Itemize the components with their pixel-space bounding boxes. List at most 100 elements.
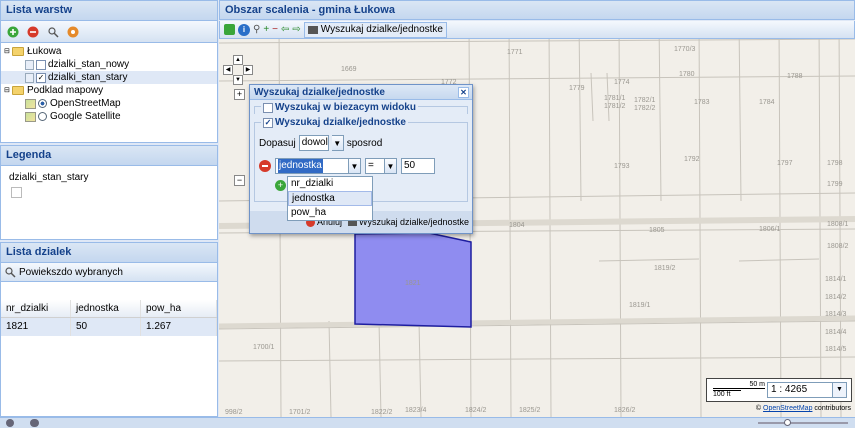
parcel-label: 1793 xyxy=(614,163,630,170)
column-header[interactable]: jednostka xyxy=(71,300,141,317)
parcel-label: 1824/2 xyxy=(465,407,487,414)
legend-panel: Legenda dzialki_stan_stary xyxy=(0,145,218,240)
tree-label: OpenStreetMap xyxy=(50,98,121,109)
search-window-title: Wyszukaj dzialke/jednostke xyxy=(254,86,385,98)
field-dropdown-list: nr_dzialki jednostka pow_ha xyxy=(287,176,373,221)
parcels-panel-title: Lista dzialek xyxy=(1,243,217,263)
status-bar xyxy=(0,417,855,428)
chevron-down-icon[interactable]: ▼ xyxy=(331,135,344,151)
tree-folder-podklad[interactable]: ⊟ Podklad mapowy xyxy=(1,84,217,97)
map-panel-title: Obszar scalenia - gmina Łukowa xyxy=(219,0,855,20)
parcel-label: 998/2 xyxy=(225,409,243,416)
close-icon[interactable]: ✕ xyxy=(458,86,469,98)
chevron-down-icon[interactable]: ▼ xyxy=(349,158,361,174)
parcel-label: 1774 xyxy=(614,79,630,86)
tree-layer-dzialki-stan-stary[interactable]: ✓ dzialki_stan_stary xyxy=(1,71,217,84)
zoom-selected-button[interactable]: Powiekszdo wybranych xyxy=(4,266,123,278)
pan-up-icon[interactable]: ▲ xyxy=(233,55,243,65)
parcel-label: 1819/2 xyxy=(654,265,676,272)
parcel-label: 1826/2 xyxy=(614,407,636,414)
search-checkbox[interactable]: ✓ xyxy=(263,117,273,128)
zoom-in-icon[interactable]: ⚲ xyxy=(253,24,260,35)
parcel-label: 1814/1 xyxy=(825,276,847,283)
tree-base-google-satellite[interactable]: Google Satellite xyxy=(1,110,217,123)
parcel-label: 1814/3 xyxy=(825,311,847,318)
zoom-in-plus-icon[interactable]: + xyxy=(263,24,269,35)
scale-bar: 50 m 100 ft xyxy=(713,381,765,399)
parcel-label: 1819/1 xyxy=(629,302,651,309)
pan-left-icon[interactable]: ◀ xyxy=(223,65,233,75)
pan-right-icon[interactable]: ▶ xyxy=(243,65,253,75)
info-icon[interactable]: i xyxy=(238,23,250,36)
attribution-link[interactable]: OpenStreetMap xyxy=(763,405,812,412)
radio-selected-icon[interactable] xyxy=(38,99,47,108)
attribution-text: contributors xyxy=(814,405,851,412)
parcel-label: 1782/1 xyxy=(634,97,656,104)
scale-bar-m: 50 m xyxy=(713,381,765,389)
tree-base-openstreetmap[interactable]: OpenStreetMap xyxy=(1,97,217,110)
column-header[interactable]: nr_dzialki xyxy=(1,300,71,317)
scale-select[interactable]: 1 : 4265 ▼ xyxy=(767,382,847,398)
remove-condition-icon[interactable] xyxy=(259,160,271,172)
parcel-label: 1771 xyxy=(507,49,523,56)
tree-label: Google Satellite xyxy=(50,111,121,122)
pan-down-icon[interactable]: ▼ xyxy=(233,75,243,85)
remove-layer-icon[interactable] xyxy=(24,23,42,41)
zoom-plus-icon[interactable]: + xyxy=(234,89,245,100)
dropdown-option-nr-dzialki[interactable]: nr_dzialki xyxy=(288,177,372,191)
field-select[interactable]: jednostka xyxy=(275,158,349,174)
legend-layer-name: dzialki_stan_stary xyxy=(9,172,89,183)
add-condition-icon[interactable]: + xyxy=(275,180,286,191)
parcel-label: 1822/2 xyxy=(371,409,393,416)
layer-checkbox[interactable] xyxy=(36,59,46,70)
operator-select[interactable]: = xyxy=(365,158,385,174)
zoom-slider[interactable] xyxy=(758,422,848,424)
parcel-label: 1798 xyxy=(827,160,843,167)
add-layer-icon[interactable] xyxy=(4,23,22,41)
layer-properties-icon[interactable] xyxy=(64,23,82,41)
layer-checkbox[interactable]: ✓ xyxy=(36,72,46,83)
tree-layer-dzialki-stan-nowy[interactable]: dzialki_stan_nowy xyxy=(1,58,217,71)
zoom-out-icon[interactable]: − xyxy=(272,24,278,35)
parcel-label: 1814/4 xyxy=(825,329,847,336)
table-row[interactable]: 1821 50 1.267 xyxy=(1,318,217,336)
layers-panel-title: Lista warstw xyxy=(1,1,217,21)
settings-icon[interactable] xyxy=(6,419,14,427)
tree-folder-lukowa[interactable]: ⊟ Łukowa xyxy=(1,45,217,58)
dropdown-option-pow-ha[interactable]: pow_ha xyxy=(288,206,372,220)
scale-widget: 50 m 100 ft 1 : 4265 ▼ xyxy=(706,378,852,402)
magnifier-icon xyxy=(5,267,16,278)
parcel-label: 1814/5 xyxy=(825,346,847,353)
cloud-icon[interactable] xyxy=(30,419,39,427)
zoom-to-layer-icon[interactable] xyxy=(44,23,62,41)
map-icon xyxy=(25,98,36,109)
search-parcel-icon xyxy=(307,25,318,34)
chevron-down-icon[interactable]: ▼ xyxy=(385,158,397,174)
search-parcel-button[interactable]: Wyszukaj dzialke/jednostke xyxy=(303,21,447,38)
tree-label: dzialki_stan_stary xyxy=(48,72,128,83)
legend-swatch xyxy=(11,187,22,198)
zoom-extent-icon[interactable] xyxy=(224,24,235,35)
match-suffix: sposrod xyxy=(346,137,383,149)
history-forward-icon[interactable]: ⇨ xyxy=(292,24,300,35)
value-input[interactable]: 50 xyxy=(401,158,435,174)
layer-icon xyxy=(25,72,34,83)
zoom-slider-handle[interactable] xyxy=(784,419,791,426)
history-back-icon[interactable]: ⇦ xyxy=(281,24,289,35)
tree-label: dzialki_stan_nowy xyxy=(48,59,130,70)
radio-icon[interactable] xyxy=(38,112,47,121)
match-select[interactable]: dowolne xyxy=(298,135,329,151)
dropdown-option-jednostka[interactable]: jednostka xyxy=(288,191,372,206)
search-window-header[interactable]: Wyszukaj dzialke/jednostke ✕ xyxy=(250,85,472,100)
map-toolbar: i ⚲ + − ⇦ ⇨ Wyszukaj dzialke/jednostke xyxy=(219,21,855,39)
match-select-value: dowolne xyxy=(301,137,328,148)
cell: 50 xyxy=(71,318,141,336)
cell: 1821 xyxy=(1,318,71,336)
zoom-minus-icon[interactable]: − xyxy=(234,175,245,186)
search-option-label: Wyszukaj dzialke/jednostke xyxy=(275,117,406,128)
column-header[interactable]: pow_ha xyxy=(141,300,217,317)
zoom-selected-label: Powiekszdo wybranych xyxy=(19,266,123,278)
parcel-label: 1808/1 xyxy=(827,221,849,228)
value-input-text: 50 xyxy=(404,160,416,171)
view-checkbox[interactable] xyxy=(263,102,273,113)
